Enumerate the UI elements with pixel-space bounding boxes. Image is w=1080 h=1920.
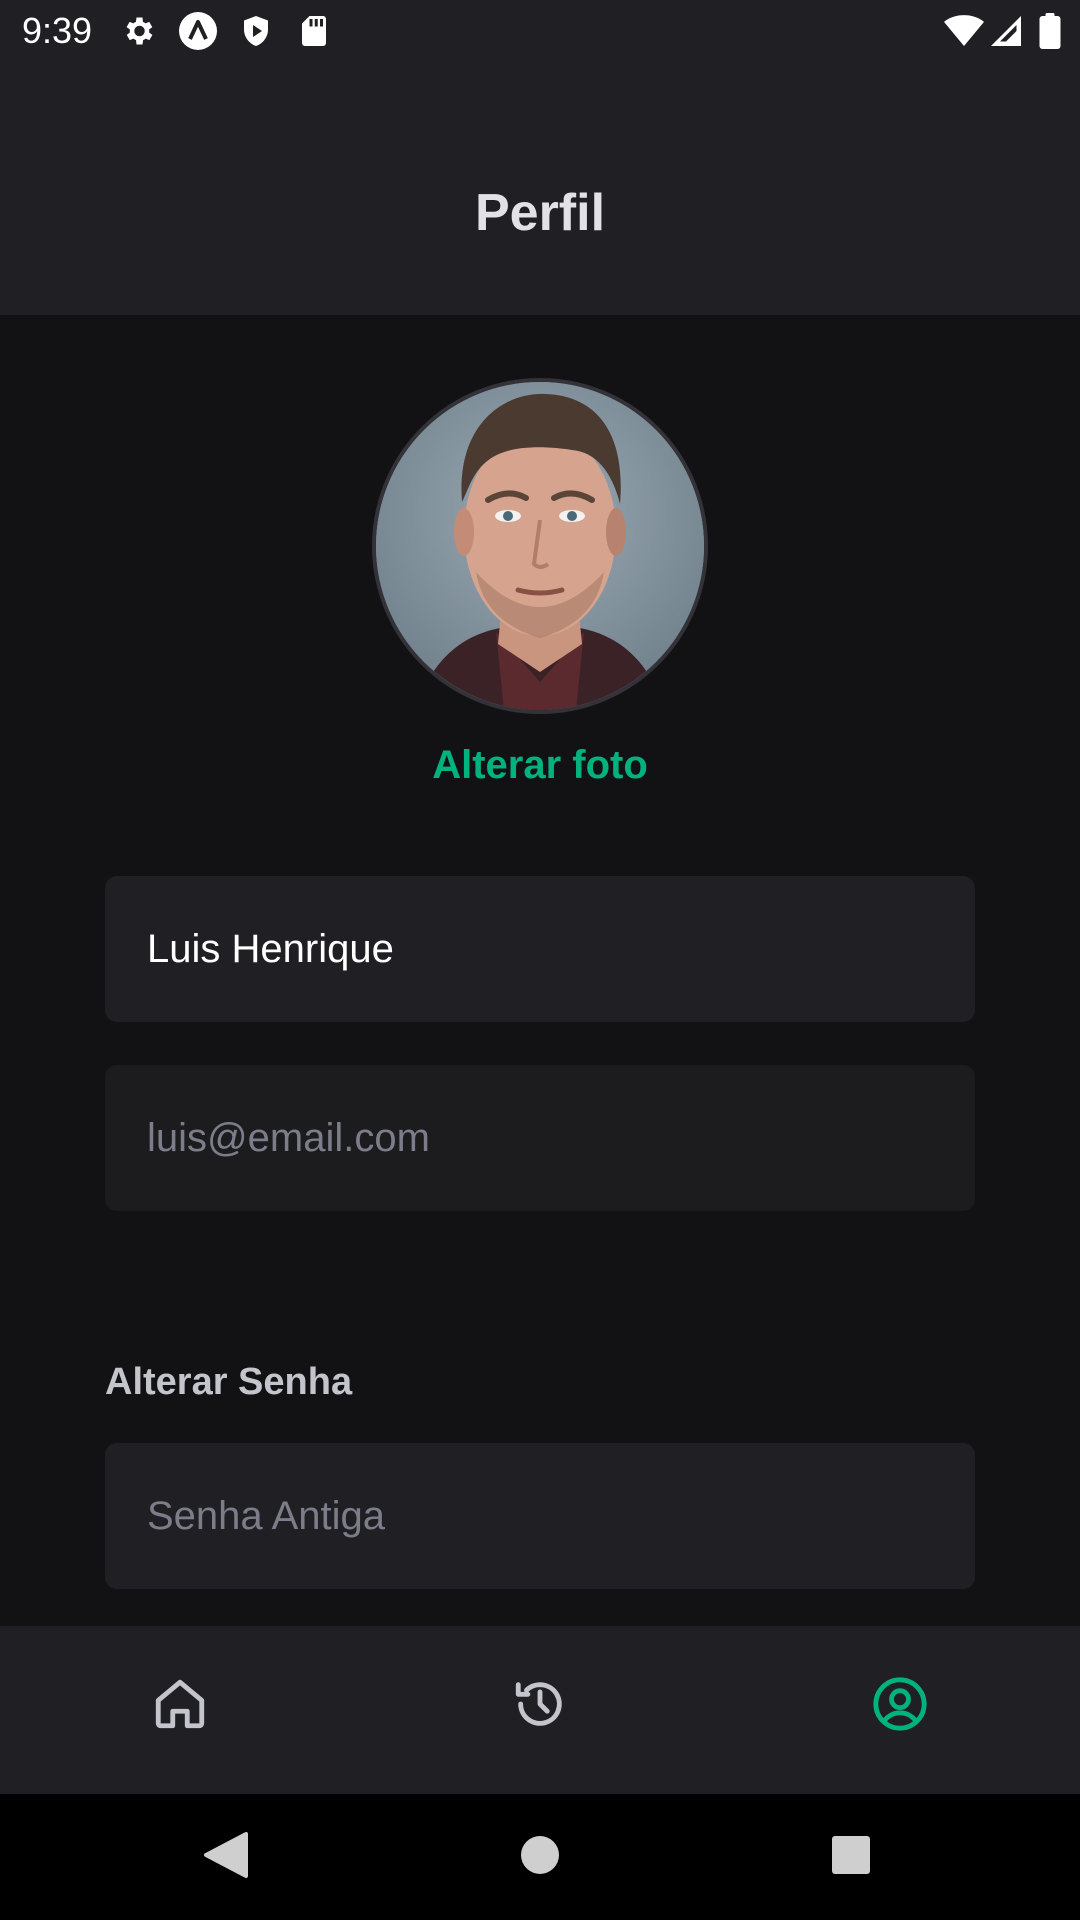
signal-icon [988, 13, 1024, 49]
old-password-field[interactable]: Senha Antiga [105, 1443, 975, 1589]
avatar[interactable] [372, 378, 708, 714]
user-circle-icon [871, 1675, 929, 1738]
tab-profile[interactable] [860, 1666, 940, 1746]
gear-icon [120, 13, 156, 49]
home-circle-icon [520, 1835, 560, 1880]
home-icon [151, 1675, 209, 1738]
password-section-title: Alterar Senha [105, 1361, 353, 1403]
recents-button[interactable] [818, 1824, 884, 1890]
sd-card-icon [296, 13, 332, 49]
play-shield-icon [238, 13, 274, 49]
back-triangle-icon [202, 1830, 248, 1885]
home-button[interactable] [507, 1824, 573, 1890]
wifi-icon [944, 13, 984, 49]
battery-icon [1038, 13, 1062, 49]
system-nav-bar [0, 1794, 1080, 1920]
name-field[interactable]: Luis Henrique [105, 876, 975, 1022]
change-photo-button[interactable]: Alterar foto [0, 740, 1080, 790]
a-logo-icon [178, 11, 218, 51]
recents-square-icon [831, 1835, 871, 1880]
page-title: Perfil [474, 184, 606, 242]
header: Perfil [0, 63, 1080, 315]
status-time: 9:39 [22, 10, 93, 51]
tab-home[interactable] [140, 1666, 220, 1746]
status-bar: 9:39 [0, 0, 1080, 63]
back-button[interactable] [192, 1824, 258, 1890]
bottom-tab-bar [0, 1626, 1080, 1794]
tab-history[interactable] [500, 1666, 580, 1746]
history-icon [511, 1675, 569, 1738]
email-field: luis@email.com [105, 1065, 975, 1211]
